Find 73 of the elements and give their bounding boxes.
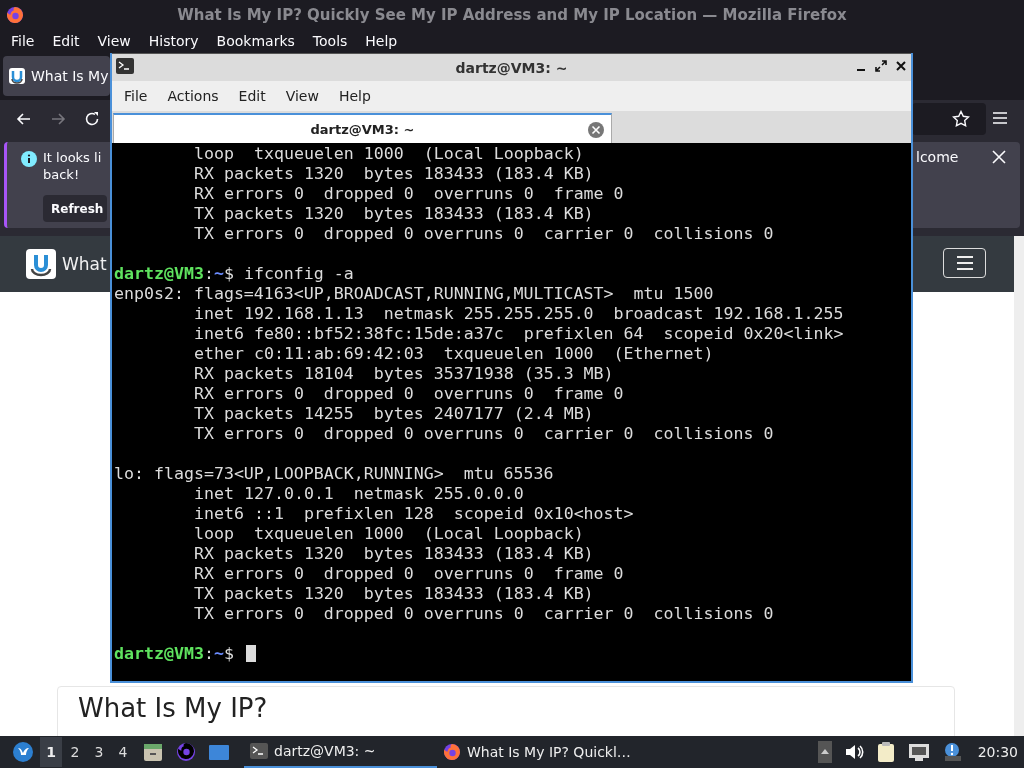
menu-item[interactable]: History [139,33,208,49]
menu-item[interactable]: Edit [228,88,276,104]
page-heading: What Is My IP? [78,693,268,723]
speaker-icon[interactable] [843,743,864,761]
menu-item[interactable]: View [275,88,329,104]
terminal-line: RX errors 0 dropped 0 overruns 0 frame 0 [194,184,624,204]
terminal-icon [250,743,268,759]
taskbar-task[interactable]: What Is My IP? Quickl… [437,736,630,768]
terminal-line: ether c0:11:ab:69:42:03 txqueuelen 1000 (Ethernet) [194,344,714,364]
site-logo-icon [26,249,56,279]
terminal-line: lo: flags=73<UP,LOOPBACK,RUNNING> mtu 65536 [114,464,554,484]
workspace-button[interactable]: 2 [64,737,86,767]
terminal-line: RX packets 1320 bytes 183433 (183.4 KB) [194,544,594,564]
refresh-button[interactable]: Refresh [43,195,107,222]
terminal-line: RX errors 0 dropped 0 overruns 0 frame 0 [194,384,624,404]
menu-item[interactable]: Help [328,88,381,104]
maximize-icon[interactable] [875,60,887,72]
window-title: dartz@VM3: ~ [455,59,568,76]
menu-item[interactable]: Bookmarks [207,33,304,49]
info-icon [21,151,37,167]
menu-item[interactable]: Edit [43,33,89,49]
terminal-line: TX packets 14255 bytes 2407177 (2.4 MB) [194,404,594,424]
menu-icon [955,255,974,271]
terminal-line: loop txqueuelen 1000 (Local Loopback) [194,524,584,544]
terminal-prompt: dartz@VM3:~$ [114,644,256,664]
start-menu-icon[interactable] [12,741,34,763]
back-arrow-icon[interactable] [16,111,32,127]
menu-item[interactable]: Help [356,33,407,49]
terminal-line: inet 192.168.1.13 netmask 255.255.255.0 broadcast 192.168.1.255 [194,304,844,324]
star-icon[interactable] [952,110,970,128]
workspace-button[interactable]: 1 [40,737,62,767]
menu-item[interactable]: View [88,33,140,49]
monitor-icon[interactable] [907,742,930,762]
site-logo-icon [9,68,25,84]
workspace-button[interactable]: 3 [88,737,110,767]
terminal-line: inet6 fe80::bf52:38fc:15de:a37c prefixlen 64 scopeid 0x20<link> [194,324,844,344]
window-icon[interactable] [208,742,230,762]
terminal-line: TX packets 1320 bytes 183433 (183.4 KB) [194,204,594,224]
terminal-line: enp0s2: flags=4163<UP,BROADCAST,RUNNING,MULTICAST> mtu 1500 [114,284,714,304]
menu-item[interactable]: File [114,88,158,104]
terminal-line: TX errors 0 dropped 0 overruns 0 carrier 0 collisions 0 [194,424,774,444]
forward-arrow-icon[interactable] [50,111,66,127]
menu-icon[interactable] [992,111,1008,125]
taskbar-task[interactable]: dartz@VM3: ~ [244,736,437,768]
workspace-button[interactable]: 4 [112,737,134,767]
terminal-icon [116,58,134,74]
menu-button[interactable] [943,248,986,278]
terminal-line: RX packets 1320 bytes 183433 (183.4 KB) [194,164,594,184]
address-bar[interactable] [912,103,986,135]
reload-icon[interactable] [84,111,100,127]
terminal-line: inet6 ::1 prefixlen 128 scopeid 0x10<host> [194,504,634,524]
terminal-line: loop txqueuelen 1000 (Local Loopback) [194,144,584,164]
file-cabinet-icon[interactable] [142,741,164,763]
browser-tab[interactable]: What Is My [3,56,110,96]
clock[interactable]: 20:30 [977,744,1018,760]
notification-message: It looks li back! [43,149,102,183]
terminal-line: TX errors 0 dropped 0 overruns 0 carrier 0 collisions 0 [194,224,774,244]
scrollbar[interactable] [1014,236,1024,736]
menu-item[interactable]: File [2,33,44,49]
menu-item[interactable]: Actions [157,88,229,104]
terminal-line: inet 127.0.0.1 netmask 255.0.0.0 [194,484,524,504]
window-title: What Is My IP? Quickly See My IP Address and My IP Location — Mozilla Firefox [177,6,847,24]
close-icon[interactable] [895,60,907,72]
terminal-prompt: dartz@VM3:~$ ifconfig -a [114,264,354,284]
clipboard-icon[interactable] [875,741,896,763]
terminal-tab[interactable]: dartz@VM3: ~ [113,113,612,143]
terminal-line: RX packets 18104 bytes 35371938 (35.3 MB) [194,364,614,384]
menu-item[interactable]: Tools [303,33,357,49]
site-brand[interactable]: What [62,254,107,274]
terminal-line: TX packets 1320 bytes 183433 (183.4 KB) [194,584,594,604]
terminal-line: RX errors 0 dropped 0 overruns 0 frame 0 [194,564,624,584]
notification-message: lcome [916,149,959,165]
terminal-line: TX errors 0 dropped 0 overruns 0 carrier 0 collisions 0 [194,604,774,624]
